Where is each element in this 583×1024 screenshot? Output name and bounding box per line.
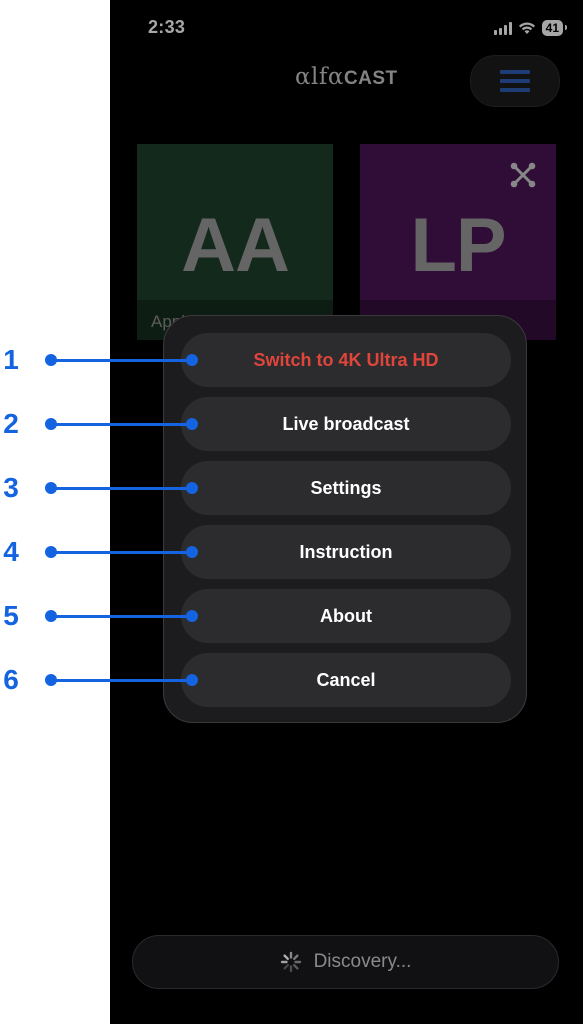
callout-line-5 (50, 615, 190, 618)
callout-start-dot-3 (45, 482, 57, 494)
callout-end-dot-5 (186, 610, 198, 622)
phone-screen: 2:33 41 αlfαCAST AA Apple Mac Book Air (110, 0, 583, 1024)
callout-number-5: 5 (3, 600, 19, 631)
callout-line-1 (50, 359, 190, 362)
callout-end-dot-4 (186, 546, 198, 558)
settings-button[interactable]: Settings (181, 461, 511, 515)
discovery-bar[interactable]: Discovery... (132, 935, 559, 989)
action-sheet: Switch to 4K Ultra HD Live broadcast Set… (163, 315, 527, 723)
callout-number-3: 3 (3, 472, 19, 503)
discovery-label: Discovery... (313, 951, 412, 972)
callout-number-4: 4 (3, 536, 19, 567)
callout-end-dot-6 (186, 674, 198, 686)
about-button[interactable]: About (181, 589, 511, 643)
callout-line-2 (50, 423, 190, 426)
live-broadcast-button[interactable]: Live broadcast (181, 397, 511, 451)
instruction-button[interactable]: Instruction (181, 525, 511, 579)
callout-number-1: 1 (3, 344, 19, 375)
callout-start-dot-4 (45, 546, 57, 558)
callout-end-dot-1 (186, 354, 198, 366)
callout-number-2: 2 (3, 408, 19, 439)
callout-start-dot-5 (45, 610, 57, 622)
callout-line-4 (50, 551, 190, 554)
spinner-icon (280, 951, 301, 973)
callout-end-dot-3 (186, 482, 198, 494)
callout-start-dot-6 (45, 674, 57, 686)
switch-4k-button[interactable]: Switch to 4K Ultra HD (181, 333, 511, 387)
callout-line-3 (50, 487, 190, 490)
callout-start-dot-1 (45, 354, 57, 366)
callout-line-6 (50, 679, 190, 682)
callout-start-dot-2 (45, 418, 57, 430)
cancel-button[interactable]: Cancel (181, 653, 511, 707)
callout-end-dot-2 (186, 418, 198, 430)
callout-number-6: 6 (3, 664, 19, 695)
